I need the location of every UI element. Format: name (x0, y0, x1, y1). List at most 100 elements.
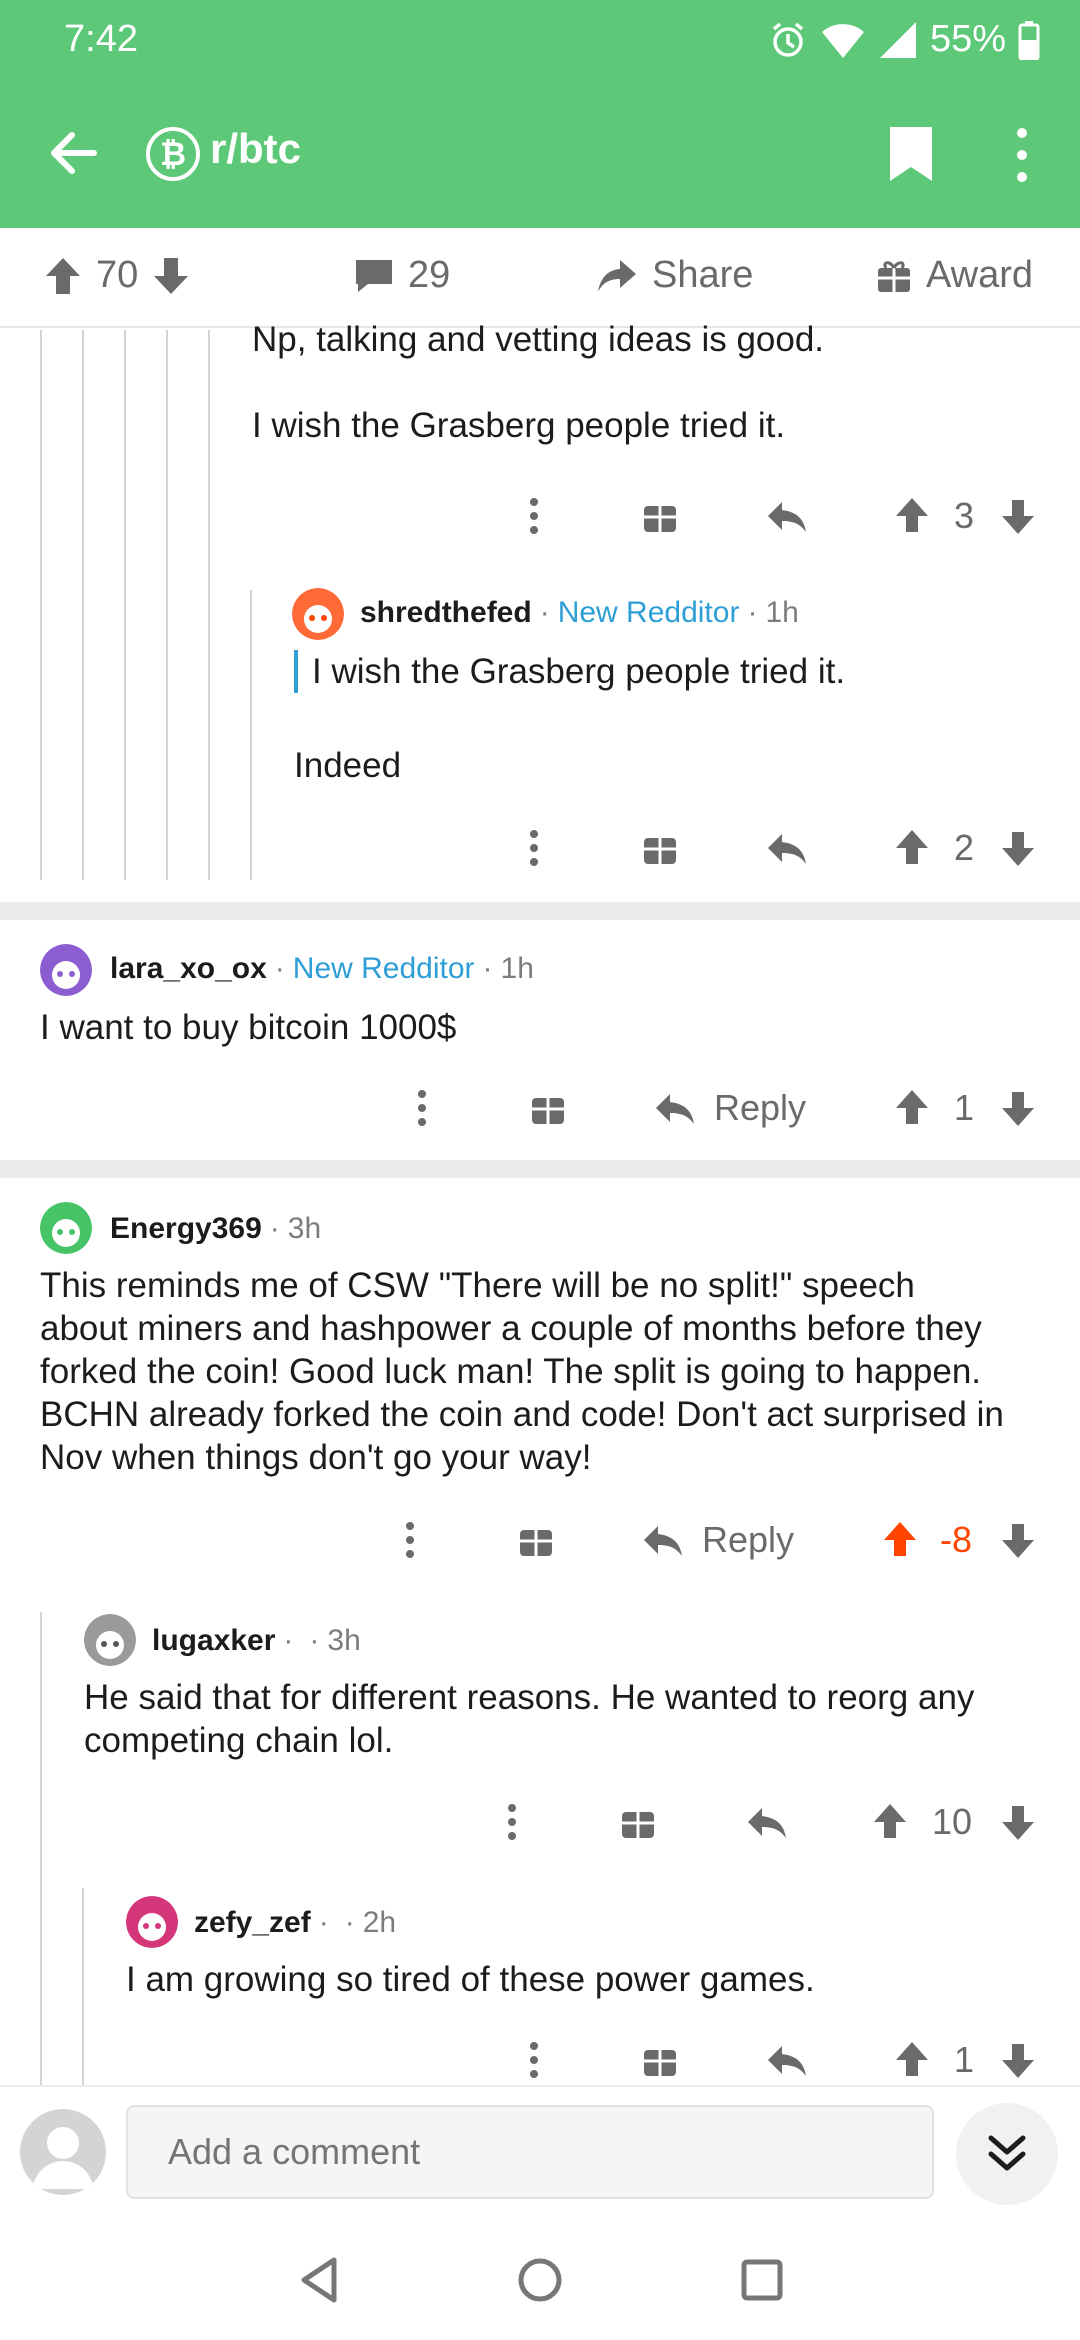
avatar[interactable] (126, 1896, 178, 1948)
avatar[interactable] (292, 588, 344, 640)
upvote-icon[interactable] (894, 818, 930, 878)
gift-icon[interactable] (642, 818, 678, 878)
comment-age: 1h (500, 952, 534, 985)
thread-line[interactable] (208, 330, 210, 880)
user-flair: New Redditor (557, 596, 740, 629)
separator: · (539, 596, 550, 629)
comment-line: Np, talking and vetting ideas is good. (252, 320, 825, 359)
comment-score: 3 (954, 495, 975, 536)
username[interactable]: shredthefed (360, 596, 532, 630)
award-label: Award (926, 254, 1034, 296)
status-icons: 55% (768, 18, 1040, 61)
avatar[interactable] (20, 2109, 106, 2195)
more-options-icon[interactable] (524, 2030, 544, 2090)
comment-line: Nov when things don't go your way! (40, 1438, 592, 1477)
comment-meta: shredthefed · New Redditor · 1h (360, 596, 799, 630)
comment-actions: 10 (0, 1792, 1080, 1852)
gift-icon[interactable] (620, 1792, 656, 1852)
thread-line[interactable] (40, 330, 42, 880)
username[interactable]: Energy369 (110, 1212, 262, 1246)
gift-icon[interactable] (642, 486, 678, 546)
thread-line[interactable] (166, 330, 168, 880)
app-bar: ₿ r/btc (0, 105, 1080, 205)
battery-percent: 55% (929, 18, 1006, 60)
share-button[interactable]: Share (596, 254, 753, 297)
username[interactable]: lugaxker (152, 1624, 275, 1658)
username[interactable]: lara_xo_ox (110, 952, 267, 986)
comment-body: Indeed (294, 746, 402, 785)
downvote-icon[interactable] (1000, 1792, 1036, 1852)
reply-button[interactable]: Reply (642, 1510, 794, 1570)
comment-line: I wish the Grasberg people tried it. (252, 406, 786, 445)
upvote-icon[interactable] (872, 1792, 908, 1852)
username[interactable]: zefy_zef (194, 1906, 311, 1940)
comment-actions: Reply 1 (0, 1078, 1080, 1138)
separator: · (274, 952, 285, 985)
collapse-threads-button[interactable] (956, 2103, 1058, 2205)
comment-age: 3h (287, 1212, 322, 1245)
downvote-icon[interactable] (1000, 486, 1036, 546)
add-comment-input[interactable] (126, 2105, 934, 2199)
comments-button[interactable]: 29 (354, 254, 450, 297)
more-options-icon[interactable] (412, 1078, 432, 1138)
reply-arrow-icon[interactable] (746, 1792, 788, 1852)
status-bar: 7:42 55% (0, 0, 1080, 80)
comment-body: Np, talking and vetting ideas is good. I… (252, 318, 824, 447)
comment-body: I am growing so tired of these power gam… (126, 1960, 815, 1999)
upvote-icon[interactable] (882, 1510, 918, 1570)
gift-icon[interactable] (642, 2030, 678, 2090)
upvote-icon[interactable] (894, 486, 930, 546)
award-button[interactable]: Award (876, 254, 1033, 297)
avatar[interactable] (40, 1202, 92, 1254)
reply-arrow-icon[interactable] (766, 2030, 808, 2090)
nav-recents-icon[interactable] (732, 2250, 792, 2310)
wifi-icon (821, 23, 864, 58)
gift-icon (878, 260, 910, 292)
app-header: 7:42 55% ₿ r/btc (0, 0, 1080, 228)
more-options-icon[interactable] (524, 818, 544, 878)
downvote-icon[interactable] (1000, 2030, 1036, 2090)
thread-line[interactable] (124, 330, 126, 880)
comment-body: This reminds me of CSW "There will be no… (40, 1264, 1004, 1479)
upvote-icon[interactable] (44, 256, 82, 296)
separator: · (344, 1906, 355, 1939)
bookmark-icon[interactable] (888, 125, 934, 183)
comment-age: 3h (327, 1624, 361, 1657)
downvote-icon[interactable] (152, 256, 190, 296)
comment-score: -8 (940, 1519, 973, 1560)
quoted-text: I wish the Grasberg people tried it. (294, 650, 845, 693)
nav-back-icon[interactable] (290, 2250, 350, 2310)
comment-divider (0, 902, 1080, 920)
subreddit-title[interactable]: r/btc (210, 125, 301, 173)
comment-body: He said that for different reasons. He w… (84, 1676, 974, 1762)
comment-meta: Energy369 · 3h (110, 1212, 321, 1246)
more-options-icon[interactable] (524, 486, 544, 546)
system-nav-bar (0, 2220, 1080, 2340)
downvote-icon[interactable] (1000, 818, 1036, 878)
upvote-icon[interactable] (894, 1078, 930, 1138)
comment-age: 2h (362, 1906, 397, 1939)
comment-line: He said that for different reasons. He w… (84, 1678, 975, 1717)
reply-button[interactable]: Reply (654, 1078, 806, 1138)
comment-line: competing chain lol. (84, 1721, 394, 1760)
gift-icon[interactable] (530, 1078, 566, 1138)
comment-line: BCHN already forked the coin and code! D… (40, 1395, 1004, 1434)
downvote-icon[interactable] (1000, 1510, 1036, 1570)
more-options-icon[interactable] (1010, 125, 1034, 185)
comment-score: 1 (954, 2039, 975, 2080)
more-options-icon[interactable] (502, 1792, 522, 1852)
reply-arrow-icon[interactable] (766, 486, 808, 546)
thread-line[interactable] (82, 330, 84, 880)
downvote-icon[interactable] (1000, 1078, 1036, 1138)
reply-arrow-icon[interactable] (766, 818, 808, 878)
back-arrow-icon[interactable] (44, 123, 104, 183)
comment-age: 1h (765, 596, 799, 629)
bitcoin-icon: ₿ (146, 127, 200, 181)
more-options-icon[interactable] (400, 1510, 420, 1570)
avatar[interactable] (84, 1614, 136, 1666)
avatar[interactable] (40, 944, 92, 996)
upvote-icon[interactable] (894, 2030, 930, 2090)
comment-actions: 3 (0, 486, 1080, 546)
nav-home-icon[interactable] (510, 2250, 570, 2310)
gift-icon[interactable] (518, 1510, 554, 1570)
